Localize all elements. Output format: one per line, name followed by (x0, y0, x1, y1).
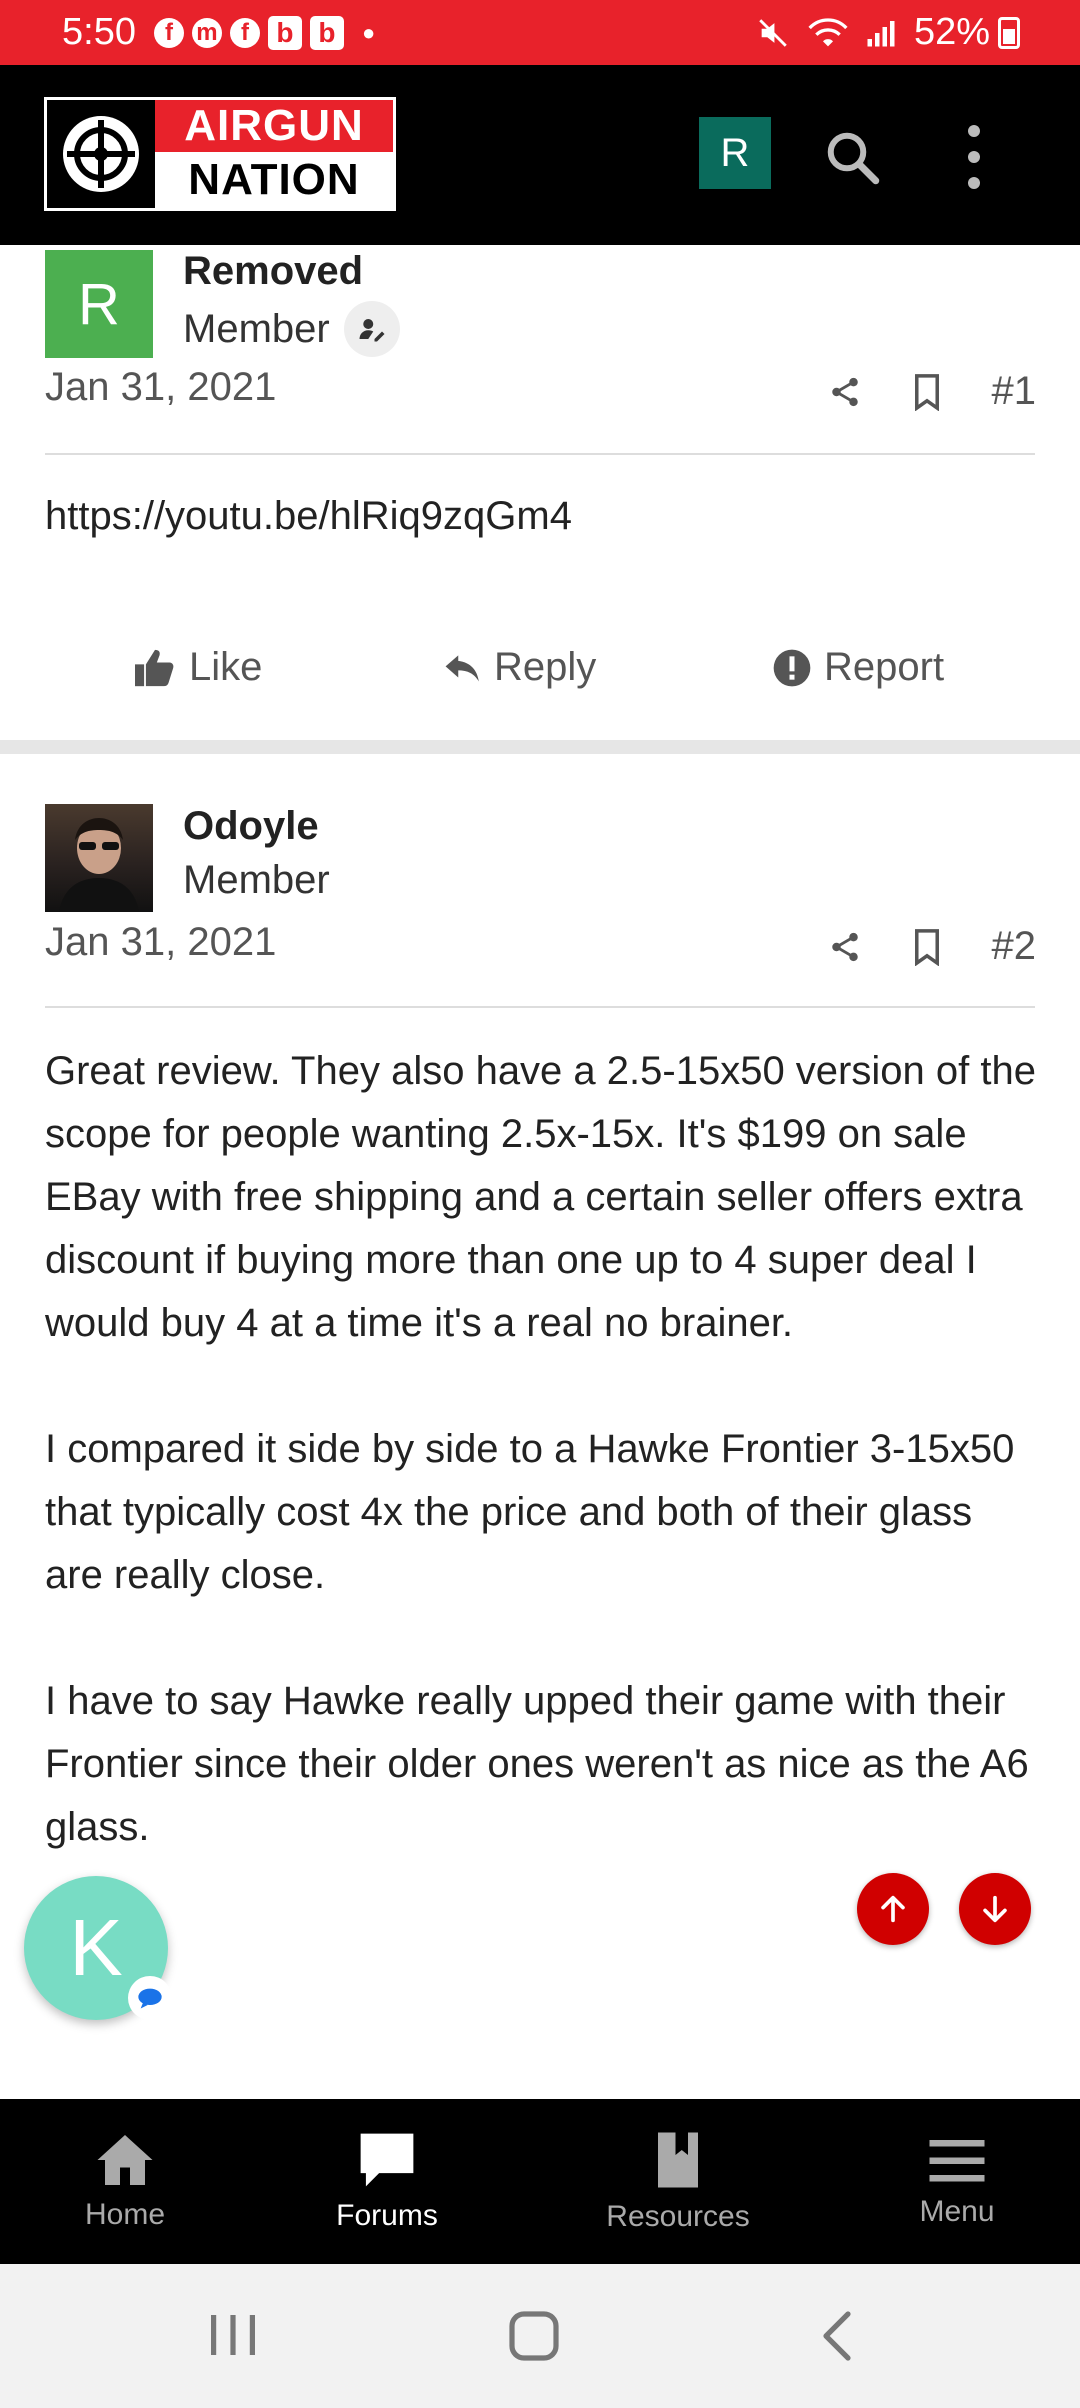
arrow-up-icon (881, 1895, 905, 1923)
divider (45, 453, 1035, 455)
nav-forums[interactable]: Forums (307, 2099, 467, 2264)
avatar[interactable]: R (45, 250, 153, 358)
divider (45, 1006, 1035, 1008)
reply-label: Reply (494, 645, 597, 689)
facebook-icon: f (153, 17, 184, 48)
like-button[interactable]: Like (133, 645, 262, 690)
post-body: https://youtu.be/hlRiq9zqGm4 (45, 485, 1040, 548)
thumbs-up-icon (135, 649, 174, 686)
post-paragraph: Great review. They also have a 2.5-15x50… (45, 1049, 1036, 1345)
nav-resources[interactable]: Resources (578, 2099, 778, 2264)
report-label: Report (824, 645, 945, 689)
search-icon[interactable] (822, 127, 882, 187)
report-button[interactable]: Report (772, 645, 944, 690)
bookmark-icon[interactable] (912, 928, 942, 966)
post-paragraph: I have to say Hawke really upped their g… (45, 1679, 1029, 1849)
home-icon (97, 2134, 153, 2185)
b-app-icon: b (309, 15, 344, 50)
scroll-up-button[interactable] (857, 1873, 929, 1945)
share-icon[interactable] (828, 929, 862, 965)
nav-menu[interactable]: Menu (877, 2099, 1037, 2264)
more-notifications-dot-icon: ● (361, 19, 376, 45)
home-button-icon[interactable] (508, 2310, 560, 2362)
nav-label: Forums (336, 2198, 438, 2232)
nav-label: Menu (919, 2194, 995, 2228)
avatar[interactable] (45, 804, 153, 912)
app-header: AIRGUN NATION R (0, 65, 1080, 245)
system-navigation-bar (0, 2264, 1080, 2408)
logo-line-2: NATION (155, 152, 393, 208)
bookmark-icon[interactable] (912, 373, 942, 411)
facebook-icon: f (229, 17, 260, 48)
battery-percent: 52% (913, 11, 990, 53)
resources-icon (658, 2132, 698, 2187)
reply-button[interactable]: Reply (444, 645, 596, 690)
post-number[interactable]: #1 (992, 369, 1037, 414)
post: R Removed Member Jan 31, 2021 #1 https:/… (0, 245, 1080, 740)
scroll-down-button[interactable] (959, 1873, 1031, 1945)
wifi-icon (808, 17, 848, 46)
alert-icon (773, 649, 811, 686)
post-number[interactable]: #2 (992, 924, 1037, 969)
nav-label: Home (84, 2197, 166, 2231)
logo-line-1: AIRGUN (155, 100, 393, 152)
post-user-role: Member (183, 858, 330, 903)
post-username[interactable]: Removed (183, 249, 363, 294)
account-avatar[interactable]: R (699, 117, 771, 189)
battery-status: 52% (914, 11, 1020, 54)
nav-home[interactable]: Home (45, 2099, 205, 2264)
post-user-role: Member (183, 301, 400, 357)
post-link[interactable]: https://youtu.be/hlRiq9zqGm4 (45, 485, 1040, 548)
post-separator (0, 740, 1080, 754)
share-icon[interactable] (828, 374, 862, 410)
bottom-navigation: Home Forums Resources Menu (0, 2099, 1080, 2264)
b-app-icon: b (267, 15, 302, 50)
message-badge-icon (128, 1976, 172, 2020)
status-bar: 5:50 f m f b b ● 52% (0, 0, 1080, 65)
signal-icon (867, 20, 895, 46)
battery-icon (998, 16, 1020, 49)
messenger-icon: m (191, 17, 222, 48)
post-body: Great review. They also have a 2.5-15x50… (45, 1040, 1040, 1922)
post-paragraph: I compared it side by side to a Hawke Fr… (45, 1427, 1015, 1597)
like-label: Like (189, 645, 263, 689)
notification-icons: f m f b b ● (153, 15, 376, 50)
chat-head-initial: K (69, 1903, 123, 1992)
recent-apps-icon[interactable] (205, 2310, 261, 2360)
chat-head-bubble[interactable]: K (24, 1876, 172, 2020)
role-label: Member (183, 306, 330, 351)
status-time: 5:50 (62, 11, 136, 53)
arrow-down-icon (983, 1895, 1007, 1923)
post-date[interactable]: Jan 31, 2021 (45, 920, 276, 965)
post-username[interactable]: Odoyle (183, 804, 319, 849)
reply-icon (445, 654, 479, 681)
forums-icon (360, 2133, 414, 2186)
more-options-icon[interactable] (958, 125, 990, 189)
site-logo[interactable]: AIRGUN NATION (44, 97, 396, 211)
crosshair-logo-icon (47, 100, 155, 208)
mute-icon (759, 18, 787, 47)
back-icon[interactable] (818, 2310, 858, 2362)
user-edit-icon (343, 301, 400, 357)
post-date[interactable]: Jan 31, 2021 (45, 365, 276, 410)
menu-icon (929, 2139, 985, 2181)
role-label: Member (183, 858, 330, 902)
nav-label: Resources (606, 2199, 750, 2233)
